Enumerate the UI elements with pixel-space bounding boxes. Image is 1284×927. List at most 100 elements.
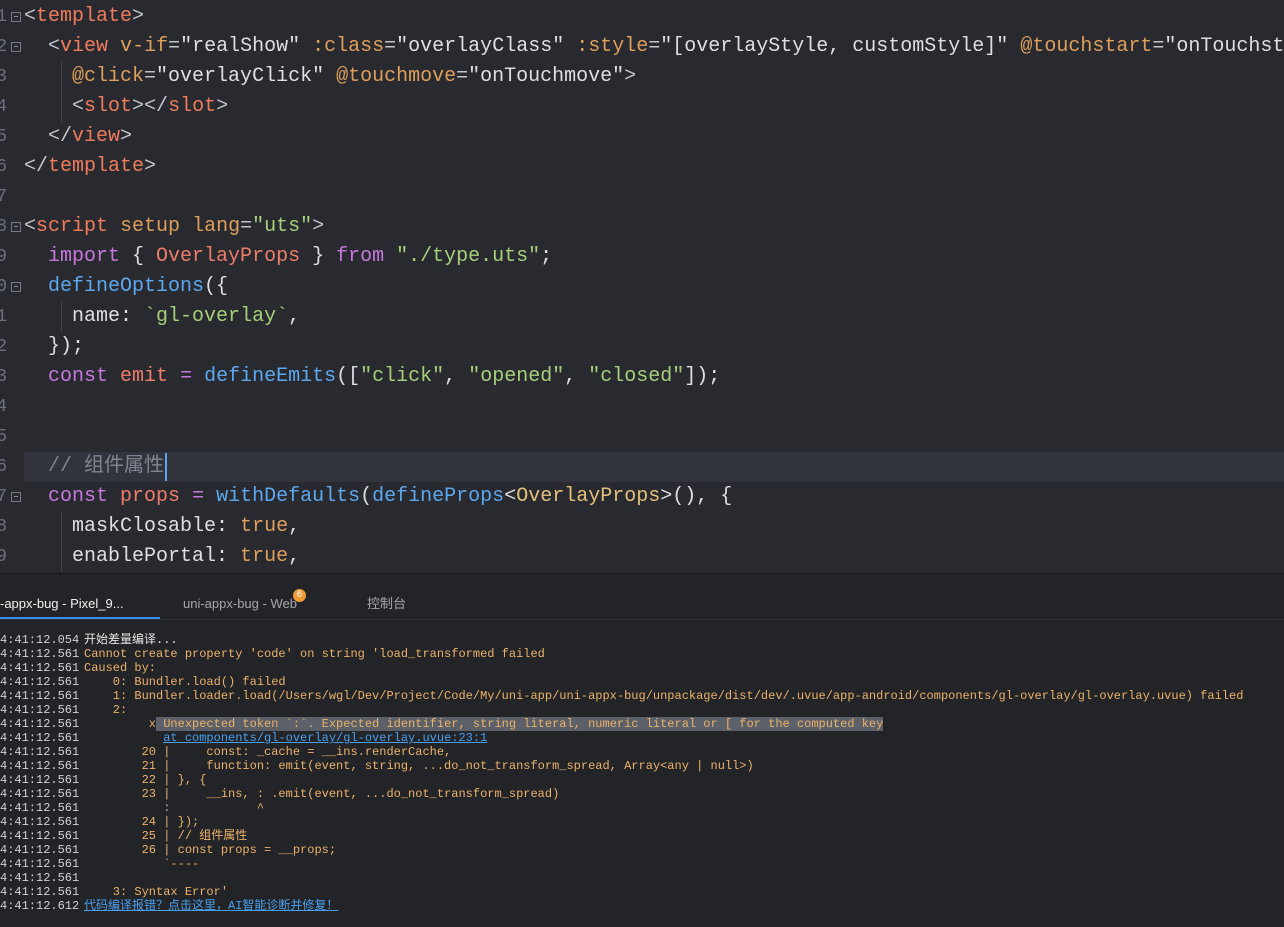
code-token-prop: enablePortal bbox=[72, 545, 217, 568]
code-editor[interactable]: 1 <template> 2 <view v-if="realShow" :clas… bbox=[0, 0, 1284, 573]
code-line[interactable]: 11 name: `gl-overlay`, bbox=[0, 302, 1284, 332]
line-number: 8 bbox=[0, 217, 7, 237]
log-link[interactable]: at components/gl-overlay/gl-overlay.uvue… bbox=[163, 731, 487, 745]
code-text: const props = withDefaults(defineProps<O… bbox=[24, 482, 1284, 512]
code-token-str: "click" bbox=[360, 365, 445, 388]
fold-toggle-icon[interactable] bbox=[11, 282, 21, 292]
code-line[interactable]: 18 maskClosable: true, bbox=[0, 512, 1284, 542]
code-token-punct: > bbox=[132, 5, 145, 28]
log-line: 4:41:12.561 `---- bbox=[0, 857, 1284, 871]
code-token-attr: :style bbox=[576, 35, 649, 58]
code-token-kw: from bbox=[336, 245, 385, 268]
code-token-plain: { bbox=[120, 245, 157, 268]
log-timestamp: 4:41:12.561 bbox=[0, 843, 80, 857]
code-token-val: "realShow" bbox=[180, 35, 301, 58]
code-token-plain: ({ bbox=[204, 275, 229, 298]
code-text: name: `gl-overlay`, bbox=[24, 302, 1284, 332]
code-line[interactable]: 14 bbox=[0, 392, 1284, 422]
log-timestamp: 4:41:12.561 bbox=[0, 787, 80, 801]
code-line[interactable]: 19 enablePortal: true, bbox=[0, 542, 1284, 572]
line-number: 17 bbox=[0, 487, 7, 507]
log-message: x Unexpected token `:`. Expected identif… bbox=[84, 717, 1284, 731]
log-message: 20 | const: _cache = __ins.renderCache, bbox=[84, 745, 1284, 759]
fold-toggle-icon[interactable] bbox=[11, 12, 21, 22]
code-token-bool: true bbox=[240, 545, 289, 568]
notification-badge: 6 bbox=[293, 589, 306, 602]
log-text: Cannot create property 'code' on string … bbox=[84, 647, 545, 661]
code-token-plain: } bbox=[300, 245, 337, 268]
log-message: at components/gl-overlay/gl-overlay.uvue… bbox=[84, 731, 1284, 745]
tab-android-device[interactable]: -appx-bug - Pixel_9... bbox=[0, 574, 160, 619]
log-message: 26 | const props = __props; bbox=[84, 843, 1284, 857]
log-line: 4:41:12.561 25 | // 组件属性 bbox=[0, 829, 1284, 843]
code-text: <slot></slot> bbox=[24, 92, 1284, 122]
log-timestamp: 4:41:12.561 bbox=[0, 759, 80, 773]
code-token-punct: > bbox=[312, 215, 325, 238]
line-number: 3 bbox=[0, 67, 7, 87]
log-line: 4:41:12.561 at components/gl-overlay/gl-… bbox=[0, 731, 1284, 745]
code-token-tag: slot bbox=[168, 95, 217, 118]
log-timestamp: 4:41:12.561 bbox=[0, 717, 80, 731]
code-line[interactable]: 12 }); bbox=[0, 332, 1284, 362]
fold-toggle-icon[interactable] bbox=[11, 492, 21, 502]
code-line[interactable]: 3 @click="overlayClick" @touchmove="onTo… bbox=[0, 62, 1284, 92]
log-text: 22 | }, { bbox=[84, 773, 207, 787]
code-line[interactable]: 8 <script setup lang="uts"> bbox=[0, 212, 1284, 242]
fold-toggle-icon[interactable] bbox=[11, 222, 21, 232]
log-timestamp: 4:41:12.561 bbox=[0, 773, 80, 787]
tab-web[interactable]: uni-appx-bug - Web 6 bbox=[183, 574, 306, 619]
tab-console[interactable]: 控制台 bbox=[367, 574, 406, 619]
log-link[interactable]: 代码编译报错？点击这里，AI智能诊断并修复！ bbox=[84, 899, 338, 913]
log-text: 1: Bundler.loader.load(/Users/wgl/Dev/Pr… bbox=[84, 689, 1244, 703]
code-token-attr: setup bbox=[120, 215, 181, 238]
code-line[interactable]: 1 <template> bbox=[0, 2, 1284, 32]
code-line[interactable]: 5 </view> bbox=[0, 122, 1284, 152]
fold-toggle-icon[interactable] bbox=[11, 42, 21, 52]
log-message: 25 | // 组件属性 bbox=[84, 829, 1284, 843]
code-line[interactable]: 6 </template> bbox=[0, 152, 1284, 182]
log-line: 4:41:12.561 22 | }, { bbox=[0, 773, 1284, 787]
log-timestamp: 4:41:12.561 bbox=[0, 829, 80, 843]
code-token-punct: = bbox=[240, 215, 253, 238]
code-line[interactable]: 2 <view v-if="realShow" :class="overlayC… bbox=[0, 32, 1284, 62]
code-token-bool: true bbox=[240, 515, 289, 538]
code-line[interactable]: 10 defineOptions({ bbox=[0, 272, 1284, 302]
log-timestamp: 4:41:12.561 bbox=[0, 661, 80, 675]
log-timestamp: 4:41:12.561 bbox=[0, 815, 80, 829]
code-token-plain: < bbox=[504, 485, 517, 508]
code-token-tag: slot bbox=[84, 95, 133, 118]
code-line[interactable]: 7 bbox=[0, 182, 1284, 212]
code-line[interactable]: 17 const props = withDefaults(defineProp… bbox=[0, 482, 1284, 512]
code-text: }); bbox=[24, 332, 1284, 362]
code-text: </template> bbox=[24, 152, 1284, 182]
line-number: 15 bbox=[0, 427, 7, 447]
log-line: 4:41:12.561 x Unexpected token `:`. Expe… bbox=[0, 717, 1284, 731]
code-line[interactable]: 15 bbox=[0, 422, 1284, 452]
log-line: 4:41:12.561 21 | function: emit(event, s… bbox=[0, 759, 1284, 773]
line-number: 1 bbox=[0, 7, 7, 27]
code-token-str: "opened" bbox=[468, 365, 565, 388]
code-token-str: "./type.uts" bbox=[396, 245, 541, 268]
code-lines: 1 <template> 2 <view v-if="realShow" :clas… bbox=[0, 2, 1284, 572]
log-message: 24 | }); bbox=[84, 815, 1284, 829]
code-token-var: OverlayProps bbox=[156, 245, 301, 268]
log-timestamp: 4:41:12.561 bbox=[0, 745, 80, 759]
code-line[interactable]: 4 <slot></slot> bbox=[0, 92, 1284, 122]
log-line: 4:41:12.561 : ^ bbox=[0, 801, 1284, 815]
code-line[interactable]: 13 const emit = defineEmits(["click", "o… bbox=[0, 362, 1284, 392]
code-line[interactable]: 9 import { OverlayProps } from "./type.u… bbox=[0, 242, 1284, 272]
code-token-punct: </ bbox=[48, 125, 73, 148]
log-timestamp: 4:41:12.561 bbox=[0, 703, 80, 717]
code-line-current[interactable]: 16 // 组件属性 bbox=[0, 452, 1284, 482]
code-token-prop: name bbox=[72, 305, 121, 328]
